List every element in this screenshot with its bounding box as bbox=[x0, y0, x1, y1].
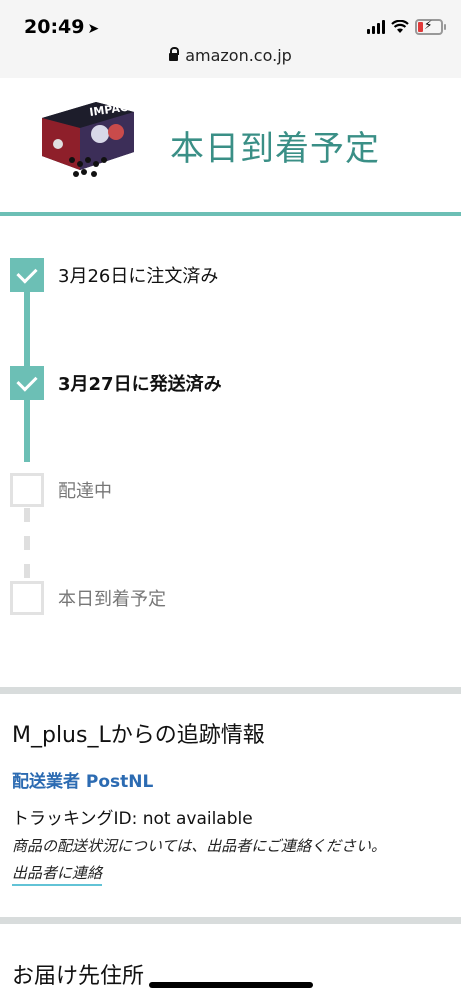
step-label: 本日到着予定 bbox=[58, 589, 166, 610]
timeline-step-ordered: 3月26日に注文済み bbox=[10, 257, 430, 293]
timeline-step-arriving: 本日到着予定 bbox=[10, 580, 430, 616]
seller-contact-note: 商品の配送状況については、出品者にご連絡ください。 bbox=[12, 837, 386, 855]
checkbox-checked-icon bbox=[10, 366, 44, 400]
url-bar[interactable]: amazon.co.jp bbox=[0, 46, 461, 65]
carrier-link[interactable]: 配送業者 PostNL bbox=[12, 767, 153, 792]
tracking-title: M_plus_Lからの追跡情報 bbox=[12, 723, 265, 748]
address-title: お届け先住所 bbox=[12, 964, 145, 989]
tracking-id: トラッキングID: not available bbox=[12, 809, 253, 829]
wifi-icon bbox=[391, 20, 409, 33]
lock-icon bbox=[169, 47, 180, 61]
checkbox-empty-icon bbox=[10, 473, 44, 507]
status-time: 20:49 ➤ bbox=[24, 16, 99, 38]
battery-icon: ⚡ bbox=[415, 18, 446, 35]
section-divider bbox=[0, 687, 461, 694]
location-arrow-icon: ➤ bbox=[87, 21, 100, 37]
status-icons: ⚡ bbox=[367, 17, 446, 37]
url-text: amazon.co.jp bbox=[185, 46, 292, 65]
home-indicator[interactable] bbox=[149, 982, 313, 988]
step-label: 3月26日に注文済み bbox=[58, 266, 219, 287]
step-label: 配達中 bbox=[58, 481, 112, 502]
timeline-step-shipped: 3月27日に発送済み bbox=[10, 365, 430, 401]
timeline-step-in-transit: 配達中 bbox=[10, 472, 430, 508]
checkbox-checked-icon bbox=[10, 258, 44, 292]
clock: 20:49 bbox=[24, 16, 85, 38]
contact-seller-link[interactable]: 出品者に連絡 bbox=[12, 862, 103, 886]
delivery-headline: 本日到着予定 bbox=[170, 129, 380, 169]
section-divider bbox=[0, 917, 461, 924]
header-divider bbox=[0, 212, 461, 216]
step-label: 3月27日に発送済み bbox=[58, 374, 222, 395]
checkbox-empty-icon bbox=[10, 581, 44, 615]
browser-chrome: 20:49 ➤ ⚡ amazon.co.jp bbox=[0, 0, 461, 78]
product-box-image: IMPACT bbox=[42, 100, 137, 177]
signal-icon bbox=[367, 20, 385, 34]
